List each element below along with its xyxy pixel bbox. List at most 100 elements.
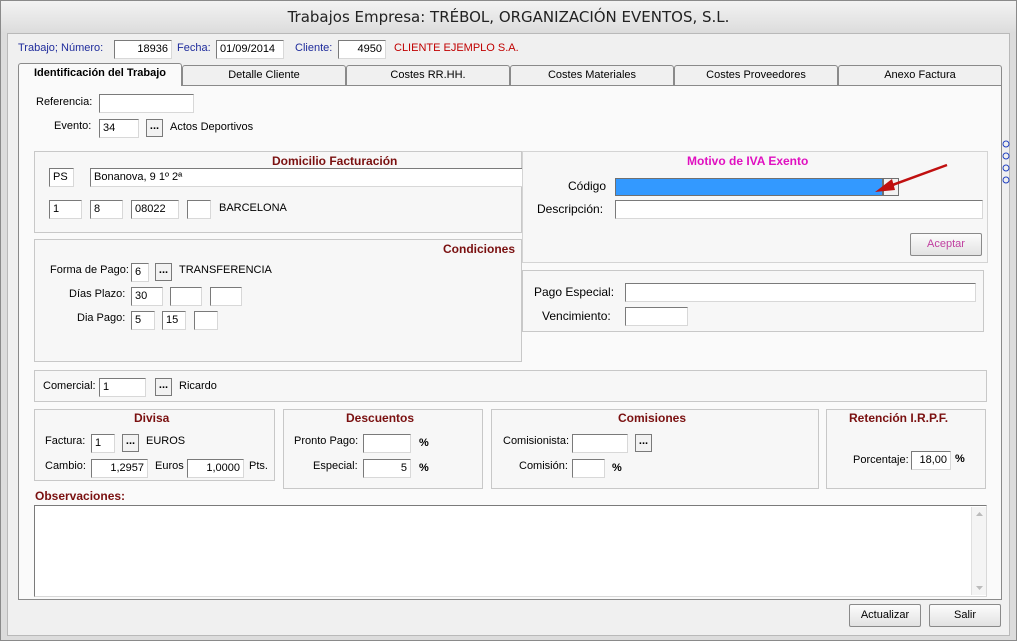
comercial-group: Comercial: 1 ... Ricardo (34, 370, 987, 402)
domicilio-field-4[interactable] (187, 200, 211, 219)
ciudad-label: BARCELONA (219, 202, 287, 214)
porcentaje-field[interactable]: 18,00 (911, 451, 951, 470)
euros-field[interactable]: 1,0000 (187, 459, 244, 478)
especial-field[interactable]: 5 (363, 459, 411, 478)
divisa-group: Divisa Factura: 1 ... EUROS Cambio: 1,29… (34, 409, 275, 481)
cliente-name: CLIENTE EJEMPLO S.A. (394, 42, 519, 54)
tab-costes-proveedores[interactable]: Costes Proveedores (674, 65, 838, 85)
domicilio-field-1[interactable]: 1 (49, 200, 82, 219)
domicilio-group: Domicilio Facturación PS Bonanova, 9 1º … (34, 151, 524, 233)
evento-lookup-button[interactable]: ... (146, 119, 163, 137)
observaciones-scrollbar[interactable] (971, 507, 986, 595)
comercial-lookup-button[interactable]: ... (155, 378, 172, 396)
window-title: Trabajos Empresa: TRÉBOL, ORGANIZACIÓN E… (1, 1, 1016, 33)
factura-divisa-field[interactable]: 1 (91, 434, 115, 453)
pronto-pago-label: Pronto Pago: (294, 435, 359, 447)
forma-pago-field[interactable]: 6 (131, 263, 149, 282)
tab-anexo-factura[interactable]: Anexo Factura (838, 65, 1002, 85)
factura-divisa-name: EUROS (146, 435, 186, 447)
referencia-field[interactable] (99, 94, 194, 113)
observaciones-textarea[interactable] (34, 505, 987, 597)
cliente-code-field[interactable]: 4950 (338, 40, 386, 59)
comercial-field[interactable]: 1 (99, 378, 146, 397)
tab-detalle-cliente[interactable]: Detalle Cliente (182, 65, 346, 85)
comisionista-lookup-button[interactable]: ... (635, 434, 652, 452)
pago-especial-group: Pago Especial: Vencimiento: (522, 270, 984, 332)
descripcion-field[interactable] (615, 200, 983, 219)
dia-pago-field-3[interactable] (194, 311, 218, 330)
comision-field[interactable] (572, 459, 605, 478)
evento-label: Evento: (54, 120, 92, 132)
divisa-title: Divisa (134, 411, 170, 425)
direccion-field[interactable]: Bonanova, 9 1º 2ª (90, 168, 524, 187)
actualizar-button[interactable]: Actualizar (849, 604, 921, 627)
app-window: Trabajos Empresa: TRÉBOL, ORGANIZACIÓN E… (0, 0, 1017, 641)
porcentaje-percent: % (955, 453, 965, 465)
fecha-field[interactable]: 01/09/2014 (216, 40, 284, 59)
descuentos-group: Descuentos Pronto Pago: % Especial: 5 % (283, 409, 483, 489)
tab-panel-identificacion: Referencia: Evento: 34 ... Actos Deporti… (18, 85, 1002, 600)
fecha-label: Fecha: (177, 42, 211, 54)
via-field[interactable]: PS (49, 168, 74, 187)
domicilio-title: Domicilio Facturación (272, 154, 398, 168)
dia-pago-field-2[interactable]: 15 (162, 311, 186, 330)
observaciones-label: Observaciones: (35, 489, 126, 503)
side-marker-icons (1002, 140, 1010, 184)
trabajo-number-field[interactable]: 18936 (114, 40, 172, 59)
scroll-arrows-icon (976, 512, 983, 590)
comisionista-field[interactable] (572, 434, 628, 453)
salir-button[interactable]: Salir (929, 604, 1001, 627)
comercial-label: Comercial: (43, 380, 96, 392)
dia-pago-field-1[interactable]: 5 (131, 311, 155, 330)
annotation-arrow-icon (875, 163, 948, 192)
form-content: Trabajo; Número: 18936 Fecha: 01/09/2014… (7, 33, 1010, 636)
comisiones-group: Comisiones Comisionista: ... Comisión: % (491, 409, 819, 489)
vencimiento-label: Vencimiento: (542, 309, 611, 323)
pts-label: Pts. (249, 460, 268, 472)
dias-plazo-field-2[interactable] (170, 287, 202, 306)
pago-especial-field[interactable] (625, 283, 976, 302)
vencimiento-field[interactable] (625, 307, 688, 326)
forma-pago-label: Forma de Pago: (50, 264, 129, 276)
pronto-pago-field[interactable] (363, 434, 411, 453)
referencia-label: Referencia: (36, 96, 93, 108)
tab-identificacion[interactable]: Identificación del Trabajo (18, 63, 182, 86)
euros-label: Euros (155, 460, 184, 472)
codigo-postal-field[interactable]: 08022 (131, 200, 179, 219)
aceptar-button[interactable]: Aceptar (910, 233, 982, 256)
codigo-select[interactable] (615, 178, 883, 196)
codigo-label: Código (568, 179, 607, 193)
forma-pago-name: TRANSFERENCIA (179, 264, 272, 276)
evento-name: Actos Deportivos (170, 121, 254, 133)
descuentos-title: Descuentos (346, 411, 415, 425)
dias-plazo-field-1[interactable]: 30 (131, 287, 163, 306)
especial-label: Especial: (313, 460, 358, 472)
forma-pago-lookup-button[interactable]: ... (155, 263, 172, 281)
retencion-title: Retención I.R.P.F. (849, 411, 949, 425)
porcentaje-label: Porcentaje: (853, 454, 909, 466)
dia-pago-label: Dia Pago: (77, 312, 126, 324)
comision-label: Comisión: (519, 460, 568, 472)
tab-costes-materiales[interactable]: Costes Materiales (510, 65, 674, 85)
tab-costes-rrhh[interactable]: Costes RR.HH. (346, 65, 510, 85)
condiciones-title: Condiciones (443, 242, 516, 256)
domicilio-field-2[interactable]: 8 (90, 200, 123, 219)
evento-field[interactable]: 34 (99, 119, 139, 138)
comercial-name: Ricardo (179, 380, 217, 392)
pronto-pago-percent: % (419, 437, 429, 449)
comisiones-title: Comisiones (618, 411, 687, 425)
iva-exento-title: Motivo de IVA Exento (687, 154, 809, 168)
factura-divisa-lookup-button[interactable]: ... (122, 434, 139, 452)
retencion-group: Retención I.R.P.F. Porcentaje: 18,00 % (826, 409, 986, 489)
cambio-label: Cambio: (45, 460, 86, 472)
cambio-field[interactable]: 1,2957 (91, 459, 148, 478)
dias-plazo-field-3[interactable] (210, 287, 242, 306)
trabajo-label: Trabajo; Número: (18, 42, 104, 54)
cliente-label: Cliente: (295, 42, 333, 54)
especial-percent: % (419, 462, 429, 474)
condiciones-group: Condiciones Forma de Pago: 6 ... TRANSFE… (34, 239, 522, 362)
factura-label: Factura: (45, 435, 86, 447)
dias-plazo-label: Días Plazo: (69, 288, 126, 300)
comision-percent: % (612, 462, 622, 474)
descripcion-label: Descripción: (537, 202, 604, 216)
